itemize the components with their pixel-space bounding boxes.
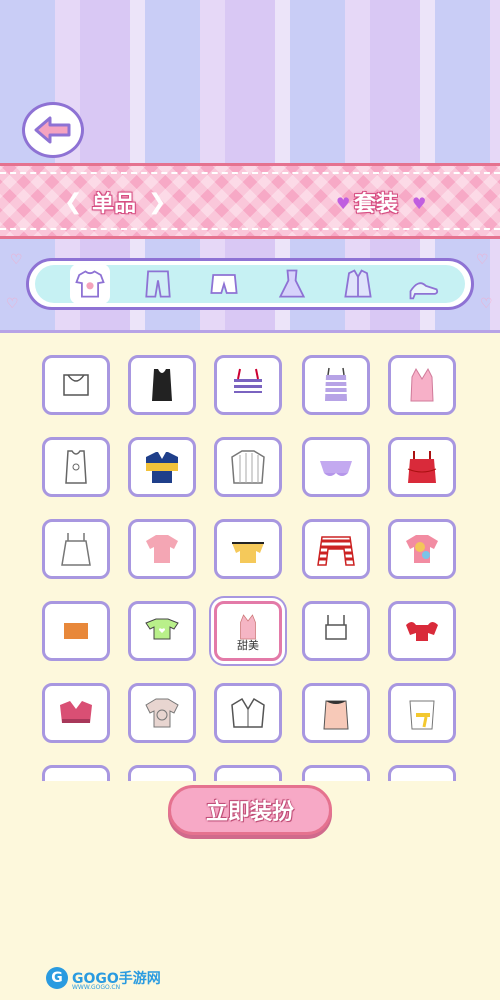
- tab-single-item[interactable]: 单品: [92, 186, 136, 218]
- clothing-item[interactable]: [388, 601, 456, 661]
- clothing-item[interactable]: [388, 519, 456, 579]
- back-button[interactable]: [22, 102, 84, 158]
- clothing-item[interactable]: [214, 437, 282, 497]
- back-arrow-icon: [34, 116, 71, 144]
- tops-icon: [75, 270, 105, 298]
- category-dress[interactable]: [272, 264, 312, 304]
- green-heart-crop-icon: [145, 618, 179, 640]
- clothing-item[interactable]: [302, 683, 370, 743]
- clothing-item[interactable]: [42, 765, 110, 781]
- wing-left-icon: ❮: [64, 190, 83, 215]
- white-blazer-icon: [231, 697, 265, 728]
- clothing-item[interactable]: [214, 683, 282, 743]
- purple-ruffle-top-icon: [320, 461, 352, 476]
- clothing-item-selected[interactable]: 甜美: [214, 601, 282, 661]
- dress-up-now-button[interactable]: 立即装扮: [168, 785, 332, 835]
- clothing-item[interactable]: [214, 765, 282, 781]
- clothing-grid: 甜美: [0, 330, 500, 781]
- clothing-item[interactable]: [302, 519, 370, 579]
- clothing-item[interactable]: [388, 765, 456, 781]
- pink-halter-knit-icon: [240, 613, 256, 639]
- clothing-item[interactable]: [128, 519, 196, 579]
- watermark-logo: G GOGO手游网 WWW.GOGO.CN: [46, 967, 161, 991]
- clothing-item[interactable]: [128, 437, 196, 497]
- heart-decor-icon: ♡: [476, 252, 489, 268]
- white-crop-cami-icon: [325, 615, 347, 640]
- dress-up-now-label: 立即装扮: [205, 800, 294, 825]
- striped-shirt-icon: [231, 450, 265, 484]
- striped-bandeau-icon: [234, 368, 262, 393]
- pink-cardigan-icon: [60, 701, 92, 723]
- wrap-top-icon: [409, 700, 435, 730]
- orange-tube-top-icon: [64, 623, 88, 639]
- tab-outfit[interactable]: 套装: [354, 186, 398, 218]
- clothing-item[interactable]: [388, 355, 456, 415]
- category-shoes[interactable]: [404, 264, 444, 304]
- heart-icon: ♥: [336, 194, 351, 213]
- heart-decor-icon: ♡: [480, 296, 493, 312]
- tie-dye-tee-icon: [406, 535, 438, 563]
- clothing-item[interactable]: [128, 355, 196, 415]
- peach-lace-cami-icon: [323, 700, 349, 730]
- red-puff-sleeve-top-icon: [406, 622, 438, 641]
- pink-halter-top-icon: [410, 367, 434, 402]
- clothing-item[interactable]: [42, 519, 110, 579]
- item-tag-label: 甜美: [237, 638, 259, 652]
- category-pants[interactable]: [138, 264, 178, 304]
- heart-icon: ♥: [412, 194, 427, 213]
- clothing-item[interactable]: [42, 683, 110, 743]
- yellow-off-shoulder-icon: [232, 542, 264, 563]
- watermark-url: WWW.GOGO.CN: [72, 984, 121, 991]
- pink-tee-icon: [146, 535, 178, 563]
- category-shorts[interactable]: [204, 264, 244, 304]
- heart-decor-icon: ♡: [10, 252, 23, 268]
- clothing-item[interactable]: [128, 601, 196, 661]
- white-lace-cami-icon: [61, 533, 91, 566]
- striped-camisole-icon: [325, 367, 347, 401]
- clothing-item[interactable]: [302, 601, 370, 661]
- dress-icon: [278, 269, 306, 298]
- pants-icon: [145, 270, 171, 298]
- black-tank-top-icon: [152, 369, 172, 401]
- white-crop-top-icon: [63, 374, 89, 396]
- clothing-item[interactable]: [302, 437, 370, 497]
- shoes-icon: [409, 282, 439, 300]
- white-graphic-tank-icon: [65, 450, 87, 484]
- red-ruffle-cami-icon: [407, 451, 437, 483]
- category-jacket[interactable]: [338, 264, 378, 304]
- jacket-icon: [344, 269, 372, 298]
- gogo-logo-icon: G: [46, 967, 68, 989]
- clothing-item[interactable]: [214, 355, 282, 415]
- category-tops[interactable]: [70, 264, 110, 304]
- clothing-item[interactable]: [128, 683, 196, 743]
- clothing-item[interactable]: [302, 355, 370, 415]
- red-striped-sweater-icon: [317, 536, 355, 566]
- clothing-item[interactable]: [42, 355, 110, 415]
- clothing-item[interactable]: [42, 437, 110, 497]
- rugby-shirt-icon: [146, 452, 178, 483]
- clothing-item[interactable]: [42, 601, 110, 661]
- wing-right-icon: ❯: [148, 190, 167, 215]
- clothing-item[interactable]: [388, 683, 456, 743]
- graphic-tee-icon: [145, 698, 179, 728]
- clothing-item[interactable]: [128, 765, 196, 781]
- clothing-item[interactable]: [214, 519, 282, 579]
- shorts-icon: [210, 274, 238, 294]
- heart-decor-icon: ♡: [6, 296, 19, 312]
- clothing-item[interactable]: [388, 437, 456, 497]
- clothing-item[interactable]: [302, 765, 370, 781]
